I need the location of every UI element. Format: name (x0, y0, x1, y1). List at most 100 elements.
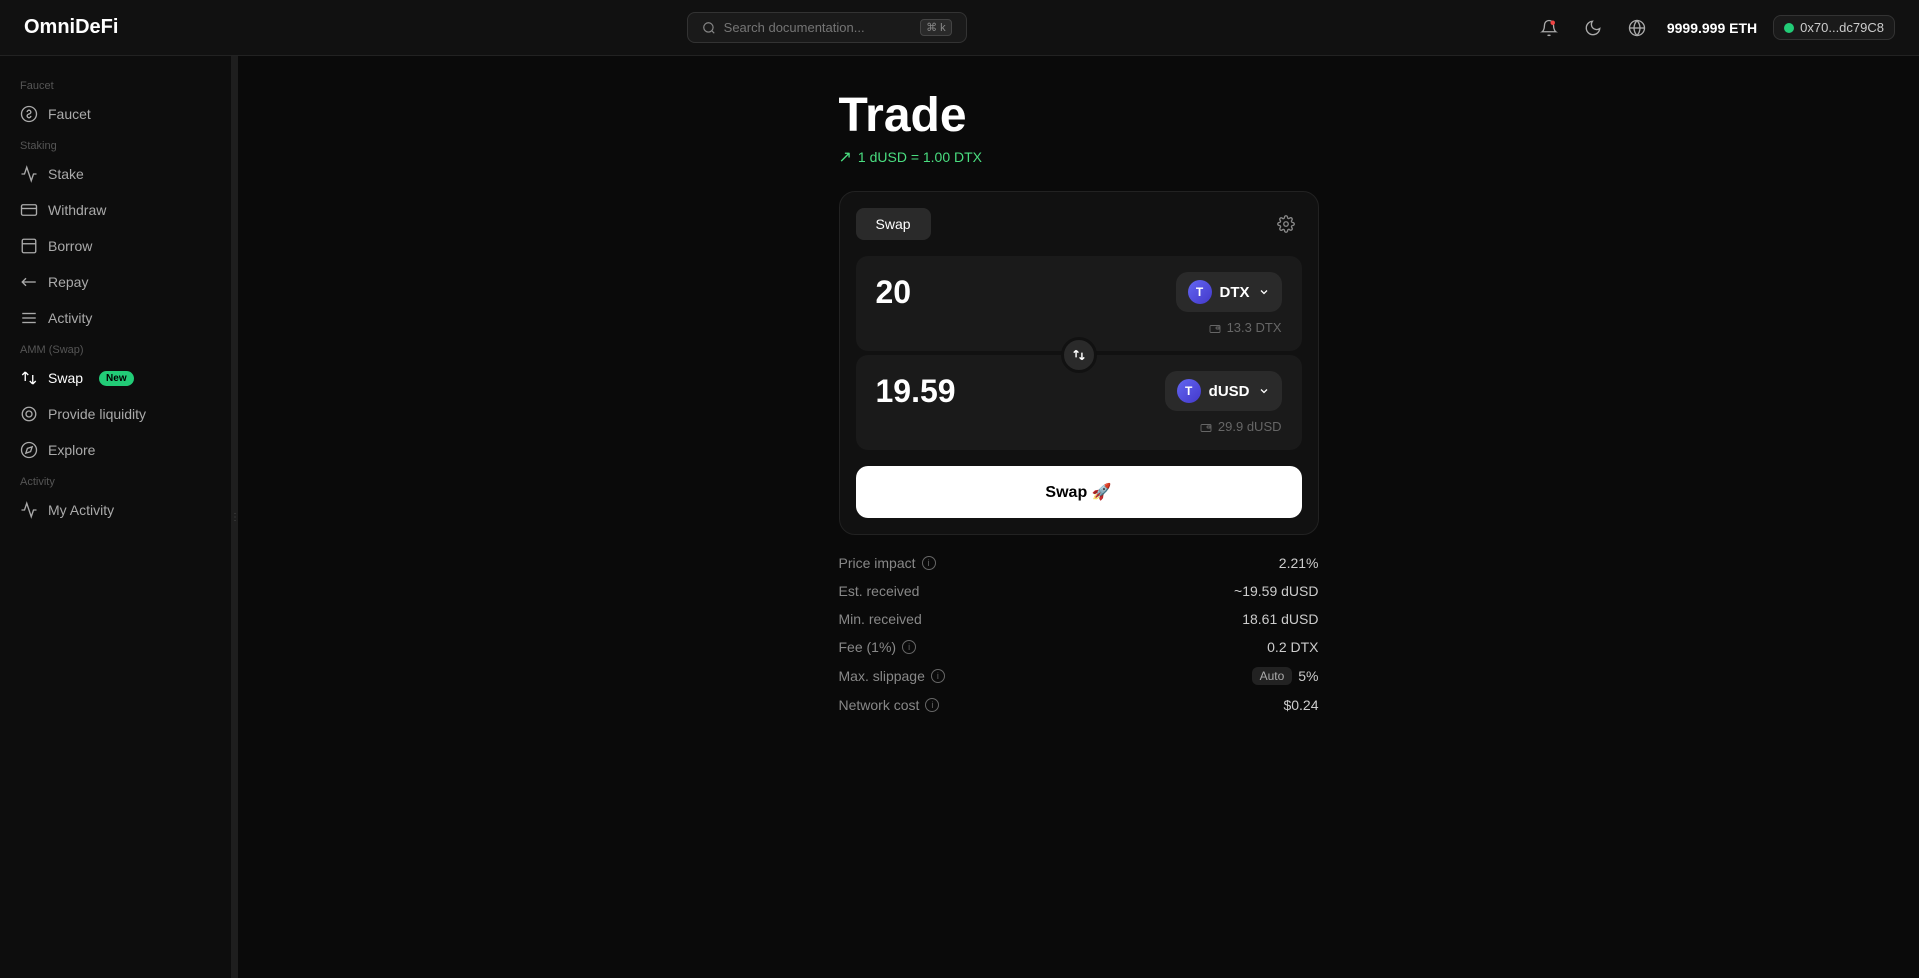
network-cost-value: $0.24 (1283, 697, 1318, 713)
from-token-selector[interactable]: T DTX (1176, 272, 1282, 312)
sidebar-item-my-activity[interactable]: My Activity (0, 492, 231, 528)
page-title: Trade (839, 88, 1319, 143)
to-amount-input[interactable]: 19.59 (876, 373, 1120, 410)
swap-action-button[interactable]: Swap 🚀 (856, 466, 1302, 518)
min-received-value: 18.61 dUSD (1242, 611, 1318, 627)
dtx-token-icon: T (1188, 280, 1212, 304)
from-balance-row: 13.3 DTX (876, 320, 1282, 335)
wallet-balance-icon (1209, 322, 1221, 334)
my-activity-icon (20, 501, 38, 519)
from-token-name: DTX (1220, 284, 1250, 301)
network-cost-info-icon[interactable]: i (925, 698, 939, 712)
borrow-icon (20, 237, 38, 255)
wallet-address: 0x70...dc79C8 (1800, 20, 1884, 35)
sidebar-item-withdraw-label: Withdraw (48, 202, 106, 218)
sidebar-section-my-activity: Activity (0, 468, 231, 492)
swap-arrows-icon (1072, 348, 1086, 362)
fee-value: 0.2 DTX (1267, 639, 1318, 655)
trade-container: Trade ↗ 1 dUSD = 1.00 DTX Swap (839, 88, 1319, 713)
price-impact-row: Price impact i 2.21% (839, 555, 1319, 571)
app-body: Faucet Faucet Staking Stake (0, 56, 1919, 978)
max-slippage-value: Auto 5% (1252, 667, 1319, 685)
est-received-row: Est. received ~19.59 dUSD (839, 583, 1319, 599)
fee-label: Fee (1%) i (839, 639, 917, 655)
explore-icon (20, 441, 38, 459)
search-input[interactable] (724, 20, 912, 35)
sidebar-item-swap-label: Swap (48, 370, 83, 386)
trade-header: Swap (856, 208, 1302, 240)
to-balance-row: 29.9 dUSD (876, 419, 1282, 434)
app-logo: OmniDeFi (24, 16, 118, 39)
price-display: 1 dUSD = 1.00 DTX (858, 149, 982, 165)
est-received-value: ~19.59 dUSD (1234, 583, 1318, 599)
from-balance: 13.3 DTX (1227, 320, 1282, 335)
from-token-row: 20 T DTX (876, 272, 1282, 312)
sidebar-item-provide-liquidity[interactable]: Provide liquidity (0, 396, 231, 432)
to-token-row: 19.59 T dUSD (876, 371, 1282, 411)
sidebar-item-activity[interactable]: Activity (0, 300, 231, 336)
from-amount-input[interactable]: 20 (876, 274, 1120, 311)
price-trend-icon: ↗ (839, 147, 852, 167)
sidebar-item-borrow-label: Borrow (48, 238, 92, 254)
sidebar-section-amm: AMM (Swap) (0, 336, 231, 360)
sidebar-section-faucet: Faucet (0, 72, 231, 96)
price-impact-value: 2.21% (1279, 555, 1319, 571)
sidebar-item-provide-liquidity-label: Provide liquidity (48, 406, 146, 422)
price-indicator: ↗ 1 dUSD = 1.00 DTX (839, 147, 1319, 167)
network-icon[interactable] (1623, 14, 1651, 42)
sidebar-item-my-activity-label: My Activity (48, 502, 114, 518)
kbd-shortcut: ⌘ k (920, 19, 952, 36)
circle-dollar-icon (20, 105, 38, 123)
sidebar-item-explore[interactable]: Explore (0, 432, 231, 468)
withdraw-icon (20, 201, 38, 219)
theme-toggle-icon[interactable] (1579, 14, 1607, 42)
main-content: Trade ↗ 1 dUSD = 1.00 DTX Swap (238, 56, 1919, 978)
header-right: 9999.999 ETH 0x70...dc79C8 (1535, 14, 1895, 42)
min-received-label: Min. received (839, 611, 922, 627)
sidebar-item-borrow[interactable]: Borrow (0, 228, 231, 264)
fee-info-icon[interactable]: i (902, 640, 916, 654)
swap-tab-button[interactable]: Swap (856, 208, 931, 240)
to-token-selector[interactable]: T dUSD (1165, 371, 1282, 411)
sidebar-item-repay[interactable]: Repay (0, 264, 231, 300)
liquidity-icon (20, 405, 38, 423)
est-received-label: Est. received (839, 583, 920, 599)
max-slippage-label: Max. slippage i (839, 668, 945, 684)
search-bar[interactable]: ⌘ k (687, 12, 967, 43)
slippage-percent: 5% (1298, 668, 1318, 684)
wallet-balance-to-icon (1200, 421, 1212, 433)
sidebar: Faucet Faucet Staking Stake (0, 56, 232, 978)
notification-icon[interactable] (1535, 14, 1563, 42)
chevron-down-icon (1258, 286, 1270, 298)
trade-card: Swap 20 T DTX (839, 191, 1319, 535)
swap-direction-button[interactable] (1061, 337, 1097, 373)
dusd-token-icon: T (1177, 379, 1201, 403)
search-icon (702, 21, 716, 35)
repay-icon (20, 273, 38, 291)
gear-icon (1277, 215, 1295, 233)
sidebar-item-explore-label: Explore (48, 442, 95, 458)
to-token-name: dUSD (1209, 383, 1250, 400)
sidebar-item-faucet[interactable]: Faucet (0, 96, 231, 132)
sidebar-item-stake-label: Stake (48, 166, 84, 182)
chevron-down-to-icon (1258, 385, 1270, 397)
min-received-row: Min. received 18.61 dUSD (839, 611, 1319, 627)
sidebar-section-staking: Staking (0, 132, 231, 156)
sidebar-item-swap[interactable]: Swap New (0, 360, 231, 396)
max-slippage-row: Max. slippage i Auto 5% (839, 667, 1319, 685)
sidebar-item-withdraw[interactable]: Withdraw (0, 192, 231, 228)
to-balance: 29.9 dUSD (1218, 419, 1282, 434)
sidebar-item-repay-label: Repay (48, 274, 88, 290)
sidebar-item-faucet-label: Faucet (48, 106, 91, 122)
activity-icon (20, 309, 38, 327)
fee-row: Fee (1%) i 0.2 DTX (839, 639, 1319, 655)
max-slippage-info-icon[interactable]: i (931, 669, 945, 683)
stake-icon (20, 165, 38, 183)
network-cost-row: Network cost i $0.24 (839, 697, 1319, 713)
header: OmniDeFi ⌘ k 9999.999 ETH (0, 0, 1919, 56)
sidebar-item-stake[interactable]: Stake (0, 156, 231, 192)
sidebar-item-activity-label: Activity (48, 310, 92, 326)
price-impact-info-icon[interactable]: i (922, 556, 936, 570)
wallet-badge[interactable]: 0x70...dc79C8 (1773, 15, 1895, 40)
settings-button[interactable] (1270, 208, 1302, 240)
